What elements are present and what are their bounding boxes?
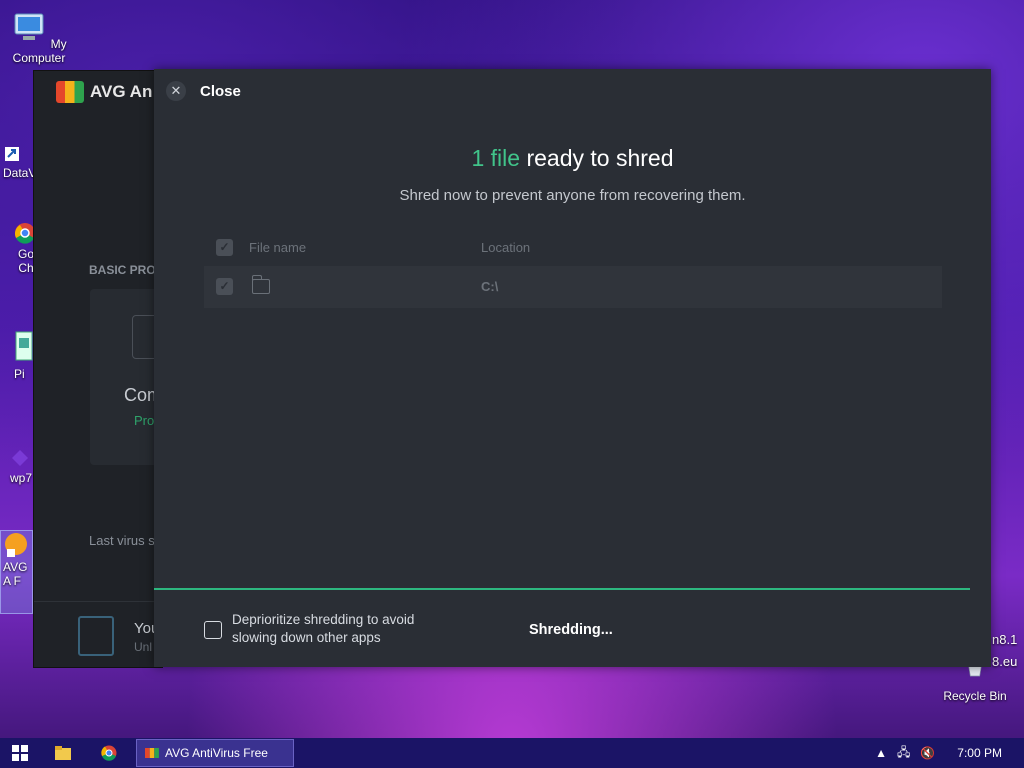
close-label[interactable]: Close	[200, 83, 241, 100]
row-location: C:\	[481, 279, 499, 294]
shredder-dialog: ✕ Close 1 file ready to shred Shred now …	[154, 69, 991, 667]
avg-window-title: AVG An	[90, 82, 153, 101]
desktop-side-text-2: 8.eu	[992, 654, 1018, 669]
gift-icon	[78, 616, 114, 656]
dialog-footer: Deprioritize shredding to avoid slowing …	[154, 590, 991, 667]
taskbar-avg[interactable]: AVG AntiVirus Free	[136, 739, 294, 767]
column-file-name: File name	[249, 240, 307, 255]
avg-main-window: AVG An BASIC PRO Com Pro Last virus s Yo…	[33, 70, 163, 668]
picture-icon	[15, 331, 33, 361]
avg-logo: AVG An	[56, 81, 152, 103]
tray-arrow-icon[interactable]: ▲	[875, 746, 887, 760]
taskbar-avg-label: AVG AntiVirus Free	[165, 746, 268, 760]
avg-icon	[5, 533, 27, 557]
desktop-icon-my-computer[interactable]: My Computer	[3, 10, 75, 65]
close-button[interactable]: ✕ Close	[166, 81, 241, 101]
desktop-icon-label: Pi	[14, 367, 25, 381]
column-location: Location	[481, 240, 531, 255]
folder-icon	[55, 746, 71, 760]
network-icon[interactable]: 🖧	[897, 743, 910, 764]
file-count: 1 file	[471, 145, 521, 171]
desktop-side-text-1: n8.1	[992, 632, 1018, 647]
desktop-icon-label: DataV	[3, 166, 37, 180]
shredding-status: Shredding...	[529, 622, 613, 638]
file-table-header: ✓ File name Location	[204, 237, 942, 259]
close-icon[interactable]: ✕	[166, 81, 186, 101]
taskbar-chrome[interactable]	[86, 738, 132, 768]
avg-icon	[145, 748, 159, 758]
footer-subtitle: Unl	[134, 640, 153, 654]
windows-logo-icon	[12, 745, 28, 761]
desktop-icon-pi[interactable]: Pi	[14, 330, 34, 381]
desktop-icon-label: AVG A F	[3, 560, 28, 588]
folder-icon	[251, 275, 270, 294]
computer-icon	[14, 13, 44, 40]
clock[interactable]: 7:00 PM	[957, 746, 1002, 760]
deprioritize-checkbox[interactable]	[204, 621, 222, 639]
start-button[interactable]	[0, 738, 40, 768]
taskbar: AVG AntiVirus Free ▲ 🖧 🔇 7:00 PM	[0, 738, 1024, 768]
deprioritize-label[interactable]: Deprioritize shredding to avoid slowing …	[232, 611, 442, 647]
app-icon	[12, 450, 28, 466]
table-row[interactable]: ✓ C:\	[204, 266, 942, 308]
headline-text: ready to shred	[520, 145, 674, 171]
desktop-icon-wp7[interactable]: wp7	[10, 448, 32, 485]
taskbar-explorer[interactable]	[40, 738, 86, 768]
volume-muted-icon[interactable]: 🔇	[920, 746, 935, 760]
select-all-checkbox[interactable]: ✓	[216, 239, 233, 256]
desktop-icon-chrome[interactable]: Go Ch	[14, 222, 35, 275]
system-tray: ▲ 🖧 🔇 7:00 PM	[875, 738, 1024, 768]
desktop-icon-label: wp7	[10, 471, 33, 485]
card-subtitle: Pro	[134, 413, 155, 428]
chrome-icon	[101, 745, 117, 761]
avg-logo-icon	[56, 81, 84, 103]
last-scan-text: Last virus s	[89, 533, 155, 548]
desktop-icon-avg[interactable]: AVG A F	[0, 530, 33, 614]
row-checkbox[interactable]: ✓	[216, 278, 233, 295]
desktop-icon-label: Recycle Bin	[943, 689, 1007, 703]
shortcut-icon	[5, 147, 19, 161]
desktop-icon-datav[interactable]: DataV	[3, 145, 36, 180]
dialog-subline: Shred now to prevent anyone from recover…	[399, 187, 746, 204]
section-label: BASIC PRO	[89, 263, 156, 277]
dialog-headline: 1 file ready to shred	[154, 145, 991, 172]
avg-footer: You Unl	[34, 601, 162, 667]
protection-card[interactable]: Com Pro	[90, 289, 162, 465]
